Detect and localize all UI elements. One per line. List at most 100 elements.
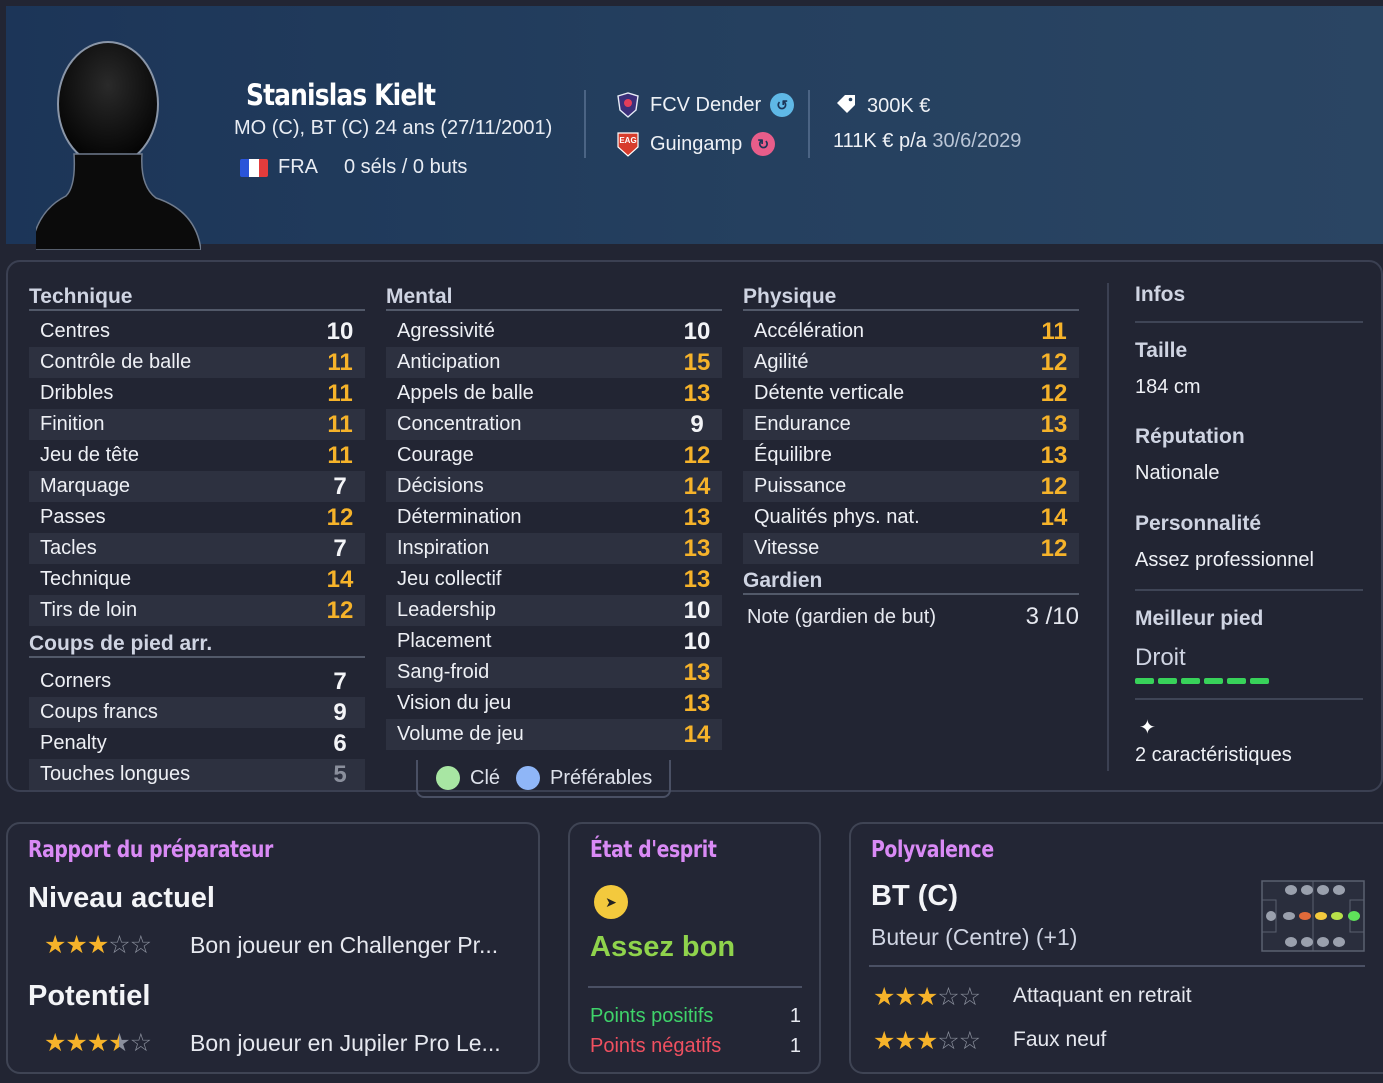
club-loan[interactable]: EAG Guingamp ↻: [615, 131, 776, 157]
foot-value: Droit: [1135, 644, 1186, 671]
attribute-label: Accélération: [754, 320, 865, 342]
attribute-row[interactable]: Agilité 12: [743, 347, 1079, 378]
france-flag-icon: [240, 158, 268, 177]
attribute-label: Puissance: [754, 475, 847, 497]
personality-label: Personnalité: [1135, 512, 1262, 535]
attribute-row[interactable]: Inspiration 13: [386, 533, 722, 564]
preferred-dot-icon: [516, 766, 541, 790]
attribute-value: 11: [1041, 317, 1067, 345]
attribute-label: Décisions: [397, 475, 484, 497]
attribute-value: 10: [683, 596, 711, 624]
attribute-row[interactable]: Dribbles 11: [29, 378, 365, 409]
attribute-row[interactable]: Puissance 12: [743, 471, 1079, 502]
loan-to-icon: ↻: [751, 132, 776, 156]
card-title: Rapport du préparateur: [28, 837, 273, 863]
attribute-row[interactable]: Agressivité 10: [386, 316, 722, 347]
positive-label[interactable]: Points positifs: [590, 1005, 713, 1028]
guingamp-crest-icon: EAG: [615, 131, 641, 157]
attribute-row[interactable]: Courage 12: [386, 440, 722, 471]
attribute-row[interactable]: Jeu de tête 11: [29, 440, 365, 471]
attribute-row[interactable]: Marquage 7: [29, 471, 365, 502]
attribute-row[interactable]: Centres 10: [29, 316, 365, 347]
attribute-row[interactable]: Accélération 11: [743, 316, 1079, 347]
nationality-code: FRA: [278, 156, 318, 178]
attribute-label: Appels de balle: [397, 382, 534, 404]
attribute-value: 7: [333, 667, 347, 695]
attribute-value: 13: [683, 503, 711, 531]
attribute-value: 13: [683, 658, 711, 686]
main-role: Buteur (Centre) (+1): [871, 924, 1078, 950]
attribute-label: Vision du jeu: [397, 692, 512, 714]
attribute-row[interactable]: Vision du jeu 13: [386, 688, 722, 719]
attribute-row[interactable]: Touches longues 5: [29, 759, 365, 790]
attribute-row[interactable]: Endurance 13: [743, 409, 1079, 440]
attribute-label: Centres: [40, 320, 111, 342]
foot-label: Meilleur pied: [1135, 607, 1264, 630]
attribute-row[interactable]: Penalty 6: [29, 728, 365, 759]
attribute-row[interactable]: Équilibre 13: [743, 440, 1079, 471]
attribute-row[interactable]: Jeu collectif 13: [386, 564, 722, 595]
key-dot-icon: [436, 766, 460, 790]
attribute-label: Jeu collectif: [397, 568, 502, 590]
attribute-legend[interactable]: Clé Préférables: [416, 760, 671, 798]
attribute-row[interactable]: Tacles 7: [29, 533, 365, 564]
role-name[interactable]: Faux neuf: [1013, 1028, 1106, 1052]
infos-title: Infos: [1135, 283, 1186, 306]
attribute-value: 13: [1040, 441, 1068, 469]
main-position: BT (C): [871, 880, 958, 912]
attribute-label: Corners: [40, 670, 112, 692]
card-title: État d'esprit: [590, 837, 717, 863]
personality-value: Assez professionnel: [1135, 549, 1314, 571]
attribute-row[interactable]: Sang-froid 13: [386, 657, 722, 688]
section-title: Coups de pied arr.: [29, 632, 365, 658]
attribute-row[interactable]: Appels de balle 13: [386, 378, 722, 409]
attribute-row[interactable]: Anticipation 15: [386, 347, 722, 378]
attribute-row[interactable]: Décisions 14: [386, 471, 722, 502]
pitch-map[interactable]: [1261, 880, 1365, 952]
technique-column: Technique Centres 10 Contrôle de balle 11 Dr…: [29, 285, 365, 790]
attribute-row[interactable]: Concentration 9: [386, 409, 722, 440]
attribute-value: 14: [326, 565, 354, 593]
attribute-row[interactable]: Passes 12: [29, 502, 365, 533]
role-name[interactable]: Attaquant en retrait: [1013, 984, 1192, 1008]
section-title: Mental: [386, 285, 722, 311]
divider: [808, 90, 810, 158]
traits-link[interactable]: 2 caractéristiques: [1135, 744, 1292, 767]
attribute-label: Leadership: [397, 599, 496, 621]
attribute-value: 14: [1040, 503, 1068, 531]
price-tag-icon: [835, 93, 857, 119]
attribute-row[interactable]: Vitesse 12: [743, 533, 1079, 564]
club-parent[interactable]: FCV Dender ↺: [615, 92, 795, 118]
attribute-row[interactable]: Détermination 13: [386, 502, 722, 533]
nationality[interactable]: FRA: [240, 156, 318, 179]
attribute-value: 13: [683, 689, 711, 717]
role-stars: ★★★☆☆: [873, 1027, 981, 1055]
attribute-row[interactable]: Finition 11: [29, 409, 365, 440]
negative-label[interactable]: Points négatifs: [590, 1035, 721, 1058]
current-stars: ★★★☆☆: [44, 931, 152, 959]
attribute-label: Concentration: [397, 413, 522, 435]
attribute-row[interactable]: Contrôle de balle 11: [29, 347, 365, 378]
attribute-row[interactable]: Technique 14: [29, 564, 365, 595]
player-name: Stanislas Kielt: [246, 78, 436, 112]
player-value: 300K €: [835, 93, 930, 119]
caps-goals: 0 séls / 0 buts: [344, 156, 468, 178]
legend-key: Clé: [470, 766, 501, 789]
attribute-row[interactable]: Qualités phys. nat. 14: [743, 502, 1079, 533]
attribute-row[interactable]: Détente verticale 12: [743, 378, 1079, 409]
attribute-value: 7: [333, 472, 347, 500]
attribute-row[interactable]: Tirs de loin 12: [29, 595, 365, 626]
attribute-row[interactable]: Placement 10: [386, 626, 722, 657]
attribute-row[interactable]: Volume de jeu 14: [386, 719, 722, 750]
divider: [1135, 321, 1363, 323]
attribute-row[interactable]: Corners 7: [29, 666, 365, 697]
attribute-label: Volume de jeu: [397, 723, 524, 745]
attribute-value: 12: [1040, 348, 1068, 376]
attribute-row[interactable]: Leadership 10: [386, 595, 722, 626]
attribute-value: 12: [683, 441, 711, 469]
attribute-label: Coups francs: [40, 701, 158, 723]
attribute-label: Tacles: [40, 537, 97, 559]
attribute-row[interactable]: Coups francs 9: [29, 697, 365, 728]
goalkeeper-value: 3 /10: [1025, 603, 1079, 630]
attribute-value: 10: [326, 317, 354, 345]
